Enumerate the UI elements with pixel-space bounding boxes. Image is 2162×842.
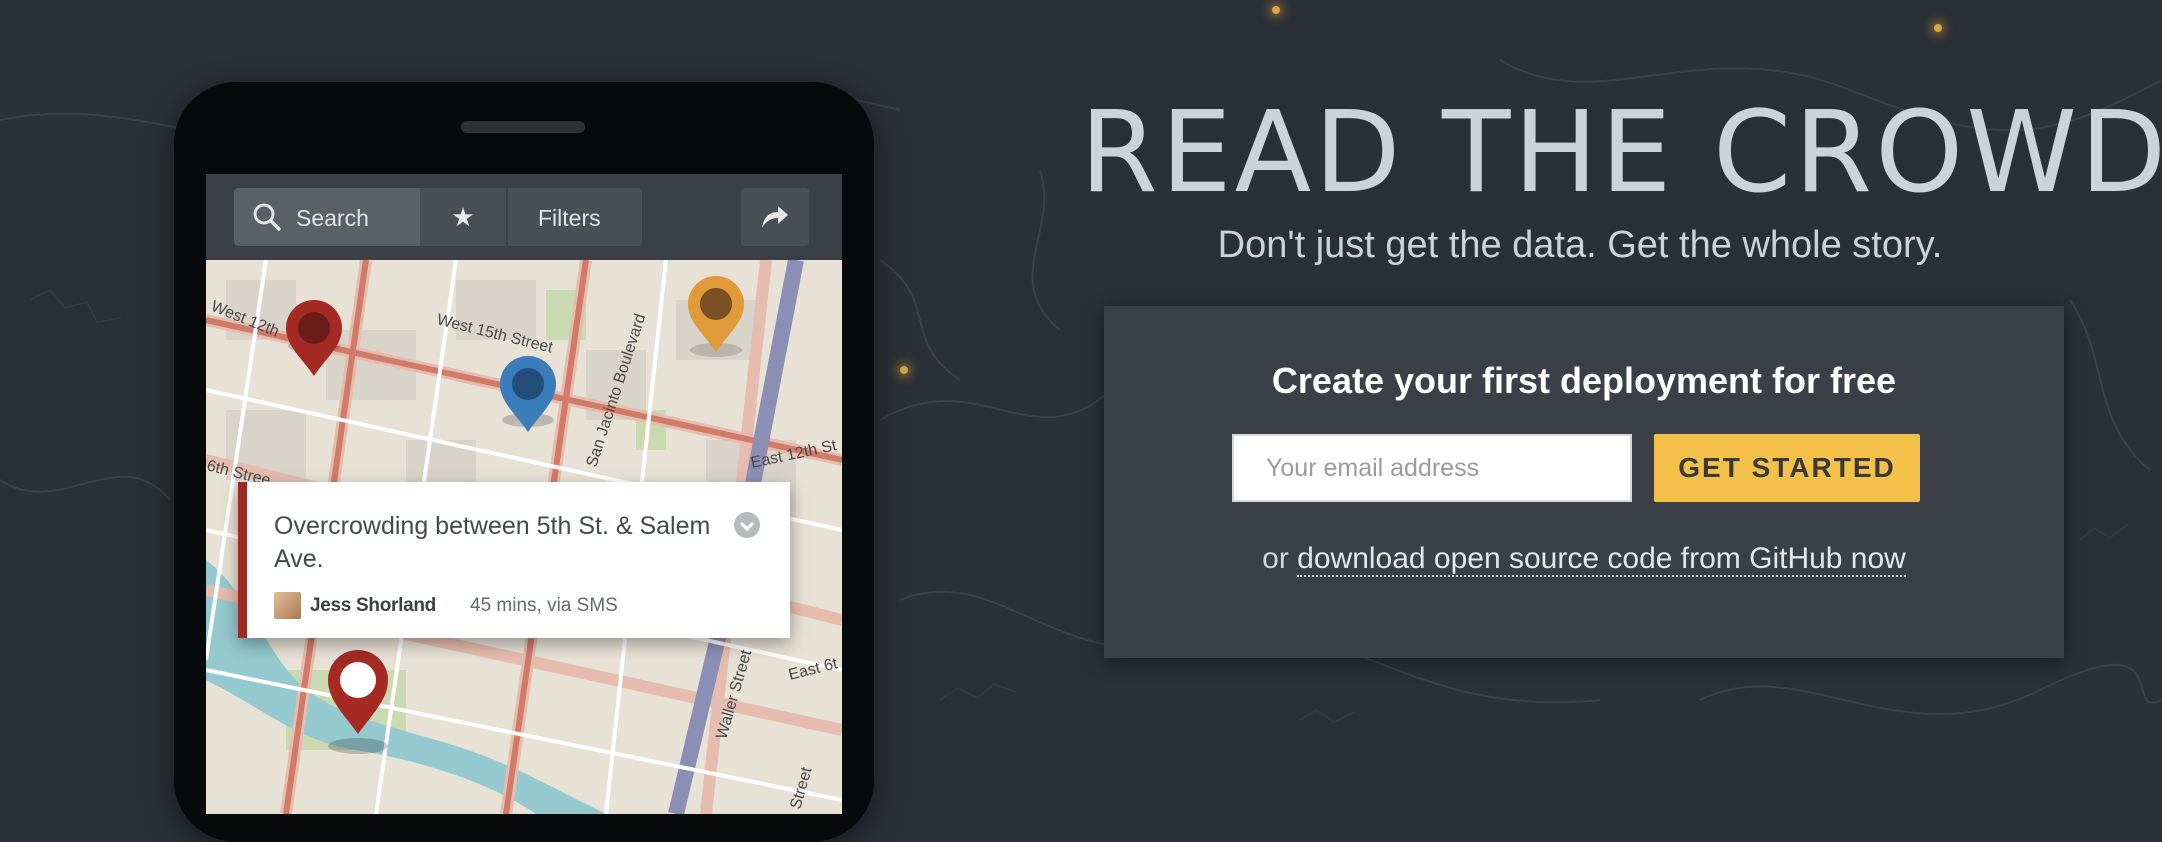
phone-mockup: Search ★ Filters West 12th West 15th Str… — [174, 82, 874, 842]
share-icon — [762, 206, 788, 228]
report-card[interactable]: Overcrowding between 5th St. & Salem Ave… — [238, 482, 790, 638]
email-field[interactable] — [1232, 434, 1632, 502]
filters-label: Filters — [538, 205, 601, 231]
hero-subtitle: Don't just get the data. Get the whole s… — [1217, 224, 1943, 266]
chevron-down-icon[interactable] — [734, 512, 760, 538]
star-button[interactable]: ★ — [420, 188, 506, 246]
github-line: or download open source code from GitHub… — [1104, 542, 2064, 577]
phone-speaker — [461, 121, 585, 133]
avatar — [274, 592, 301, 619]
search-icon — [253, 203, 281, 231]
filters-button[interactable]: Filters — [506, 188, 642, 246]
search-button[interactable]: Search — [234, 188, 420, 246]
map-pin-blue-icon[interactable] — [500, 356, 556, 432]
star-icon: ★ — [451, 202, 475, 232]
glow-dot-right — [1934, 24, 1942, 32]
report-title: Overcrowding between 5th St. & Salem Ave… — [274, 512, 711, 573]
report-author: Jess Shorland — [310, 595, 436, 616]
get-started-button[interactable]: GET STARTED — [1654, 434, 1920, 502]
app-toolbar: Search ★ Filters — [206, 174, 842, 260]
share-button[interactable] — [741, 188, 809, 246]
report-meta: 45 mins, via SMS — [470, 595, 618, 616]
phone-screen: Search ★ Filters West 12th West 15th Str… — [206, 174, 842, 814]
signup-heading: Create your first deployment for free — [1271, 360, 1897, 401]
hero-title: READ THE CROWD — [1080, 88, 2162, 218]
signup-panel: Create your first deployment for free GE… — [1104, 306, 2064, 658]
report-accent-bar — [238, 482, 247, 638]
glow-dot-top — [1272, 6, 1280, 14]
glow-dot-mid — [900, 366, 908, 374]
github-download-link[interactable]: download open source code from GitHub no… — [1297, 542, 1906, 577]
github-prefix: or — [1262, 542, 1298, 575]
search-label: Search — [296, 205, 369, 231]
